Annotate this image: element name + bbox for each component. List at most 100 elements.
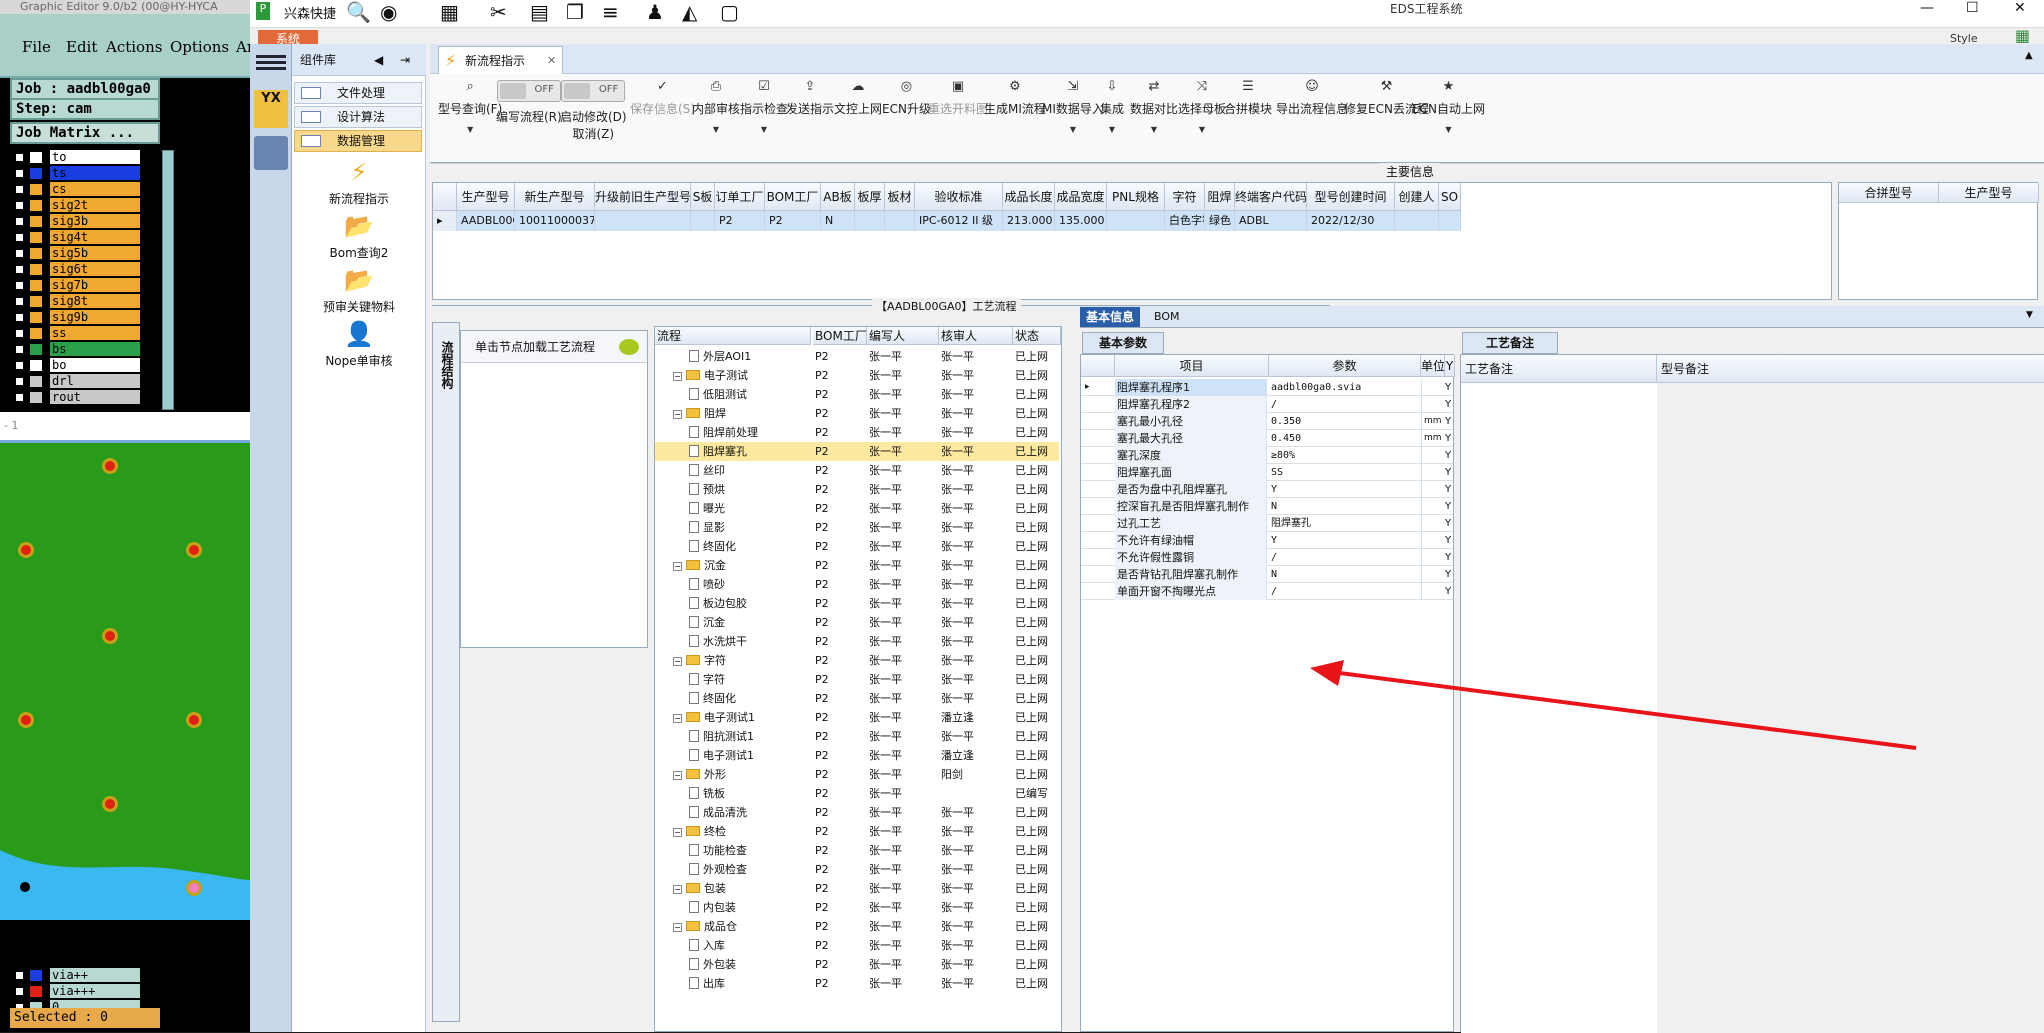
layer-checkbox[interactable]	[14, 970, 25, 981]
tree-node-folder[interactable]: − 电子测试1 P2 张一平 潘立逢 已上网	[655, 708, 1059, 727]
column-header[interactable]: 核审人	[939, 327, 1013, 345]
menu-options[interactable]: Options	[170, 38, 229, 56]
toolbar-cloud-upload-button[interactable]: ☁ 文控上网	[834, 80, 882, 117]
table-cell[interactable]	[691, 211, 715, 231]
tree-node-item[interactable]: 低阻测试 P2 张一平 张一平 已上网	[655, 385, 1059, 404]
collapse-icon[interactable]: −	[673, 562, 682, 571]
table-cell[interactable]	[595, 211, 691, 231]
tree-node-item[interactable]: 铣板 P2 张一平 已编写	[655, 784, 1059, 803]
table-cell[interactable]: 213.000	[1003, 211, 1055, 231]
layer-row[interactable]: rout	[10, 390, 160, 405]
dropdown-caret-icon[interactable]: ▼	[438, 125, 502, 134]
menu-file-processing[interactable]: 文件处理	[294, 82, 422, 104]
column-header[interactable]: 新生产型号	[515, 183, 595, 211]
toolbar-upload-button[interactable]: ⇪ 发送指示	[786, 80, 834, 117]
tree-node-item[interactable]: 丝印 P2 张一平 张一平 已上网	[655, 461, 1059, 480]
param-value[interactable]: 阻焊塞孔	[1269, 515, 1419, 532]
minimize-icon[interactable]: —	[1920, 0, 1934, 16]
param-row[interactable]: 控深盲孔是否阻焊塞孔制作 N Y	[1081, 498, 1453, 515]
pcb-canvas[interactable]	[0, 440, 250, 920]
layer-checkbox[interactable]	[14, 152, 25, 163]
chat-bubble-icon[interactable]	[619, 339, 639, 355]
pin-icon[interactable]: ⇥	[400, 44, 410, 76]
toolbar-star-button[interactable]: ★ ECN自动上网 ▼	[1412, 80, 1485, 135]
column-header[interactable]: 板厚	[855, 183, 885, 211]
layer-name[interactable]: ss	[50, 326, 140, 340]
tree-node-folder[interactable]: − 成品仓 P2 张一平 张一平 已上网	[655, 917, 1059, 936]
layer-row[interactable]: cs	[10, 182, 160, 197]
film-icon[interactable]: ▤	[530, 0, 549, 24]
layer-row[interactable]: sig6t	[10, 262, 160, 277]
column-header[interactable]: AB板	[821, 183, 855, 211]
row-indicator[interactable]: ▸	[433, 211, 457, 231]
layer-name[interactable]: via++	[50, 968, 140, 982]
tree-node-item[interactable]: 水洗烘干 P2 张一平 张一平 已上网	[655, 632, 1059, 651]
toolbar-smile-button[interactable]: ☺ 导出流程信息	[1276, 80, 1348, 117]
collapse-icon[interactable]: −	[673, 657, 682, 666]
layer-name[interactable]: sig7b	[50, 278, 140, 292]
layer-name[interactable]: via+++	[50, 984, 140, 998]
layer-checkbox[interactable]	[14, 328, 25, 339]
process-tree-grid[interactable]: 流程 BOM工厂 编写人 核审人 状态 外层AOI1 P2 张一平 张一平 已上网 − 电子测试 P2 张…	[654, 326, 1062, 1032]
table-cell[interactable]: 135.000	[1055, 211, 1107, 231]
toolbar-check-button[interactable]: ✓ 保存信息(S)	[630, 80, 695, 117]
param-value[interactable]: /	[1269, 549, 1419, 566]
dropdown-caret-icon[interactable]: ▼	[1178, 125, 1226, 134]
toolbar-gears-button[interactable]: ⚙ 生成MI流程	[984, 80, 1046, 117]
column-header[interactable]: 订单工厂	[715, 183, 765, 211]
param-row[interactable]: 过孔工艺 阻焊塞孔 Y	[1081, 515, 1453, 532]
tree-node-item[interactable]: 显影 P2 张一平 张一平 已上网	[655, 518, 1059, 537]
layer-row[interactable]: bo	[10, 358, 160, 373]
tree-node-item[interactable]: 终固化 P2 张一平 张一平 已上网	[655, 537, 1059, 556]
layer-checkbox[interactable]	[14, 280, 25, 291]
dropdown-caret-icon[interactable]: ▼	[692, 125, 740, 134]
param-row[interactable]: 单面开窗不掏曝光点 / Y	[1081, 583, 1453, 600]
collapse-icon[interactable]: −	[673, 885, 682, 894]
item-new-process[interactable]: ⚡ 新流程指示	[292, 158, 426, 207]
tree-node-folder[interactable]: − 字符 P2 张一平 张一平 已上网	[655, 651, 1059, 670]
tree-node-item[interactable]: 外层AOI1 P2 张一平 张一平 已上网	[655, 347, 1059, 366]
toolbar-search-button[interactable]: ⌕ 型号查询(F) ▼	[438, 80, 502, 135]
menu-data-management[interactable]: 数据管理	[294, 130, 422, 152]
tree-node-item[interactable]: 外包装 P2 张一平 张一平 已上网	[655, 955, 1059, 974]
column-header[interactable]: 验收标准	[915, 183, 1003, 211]
grid-icon[interactable]: ▦	[440, 0, 459, 24]
ribbon-collapse-icon[interactable]: ▲	[2025, 50, 2033, 61]
table-cell[interactable]	[885, 211, 915, 231]
collapse-icon[interactable]: −	[673, 771, 682, 780]
tree-node-item[interactable]: 预烘 P2 张一平 张一平 已上网	[655, 480, 1059, 499]
main-info-grid[interactable]: 生产型号 新生产型号 升级前旧生产型号 S板 订单工厂 BOM工厂 AB板 板厚 板材 验收标准成…	[432, 182, 1832, 300]
param-row[interactable]: 是否为盘中孔阻焊塞孔 Y Y	[1081, 481, 1453, 498]
column-header[interactable]: S板	[691, 183, 715, 211]
menu-file[interactable]: File	[22, 38, 51, 56]
tree-node-folder[interactable]: − 电子测试 P2 张一平 张一平 已上网	[655, 366, 1059, 385]
param-row[interactable]: 塞孔最大孔径 0.450 mm Y	[1081, 430, 1453, 447]
table-cell[interactable]	[855, 211, 885, 231]
tree-node-item[interactable]: 电子测试1 P2 张一平 潘立逢 已上网	[655, 746, 1059, 765]
param-value[interactable]: 0.350	[1269, 413, 1419, 430]
item-bom-query[interactable]: 📂 Bom查询2	[292, 212, 426, 261]
param-value[interactable]: /	[1269, 583, 1419, 600]
menu-edit[interactable]: Edit	[66, 38, 97, 56]
layer-row[interactable]: sig5b	[10, 246, 160, 261]
tree-node-item[interactable]: 外观检查 P2 张一平 张一平 已上网	[655, 860, 1059, 879]
layer-checkbox[interactable]	[14, 248, 25, 259]
dropdown-caret-icon[interactable]: ▼	[740, 125, 788, 134]
dropdown-caret-icon[interactable]: ▼	[1412, 125, 1485, 134]
param-row[interactable]: 阻焊塞孔程序2/ Y	[1081, 396, 1453, 413]
param-value[interactable]: Y	[1269, 481, 1419, 498]
layer-name[interactable]: bo	[50, 358, 140, 372]
toolbar-print-button[interactable]: ⎙ 内部审核 ▼	[692, 80, 740, 135]
collapse-icon[interactable]: −	[673, 714, 682, 723]
list-icon[interactable]: ≡	[602, 0, 619, 24]
close-icon[interactable]: ✕	[2014, 0, 2026, 16]
hamburger-icon[interactable]	[256, 52, 286, 74]
dropdown-caret-icon[interactable]: ▼	[1042, 125, 1104, 134]
column-header[interactable]: 参数	[1269, 355, 1421, 377]
column-header[interactable]: 字符	[1165, 183, 1205, 211]
column-header[interactable]: 项目	[1115, 355, 1269, 377]
process-side-tab[interactable]: 流程结构	[432, 322, 460, 1022]
chevron-left-icon[interactable]: ◀	[374, 44, 383, 76]
layer-checkbox[interactable]	[14, 312, 25, 323]
layer-name[interactable]: ts	[50, 166, 140, 180]
